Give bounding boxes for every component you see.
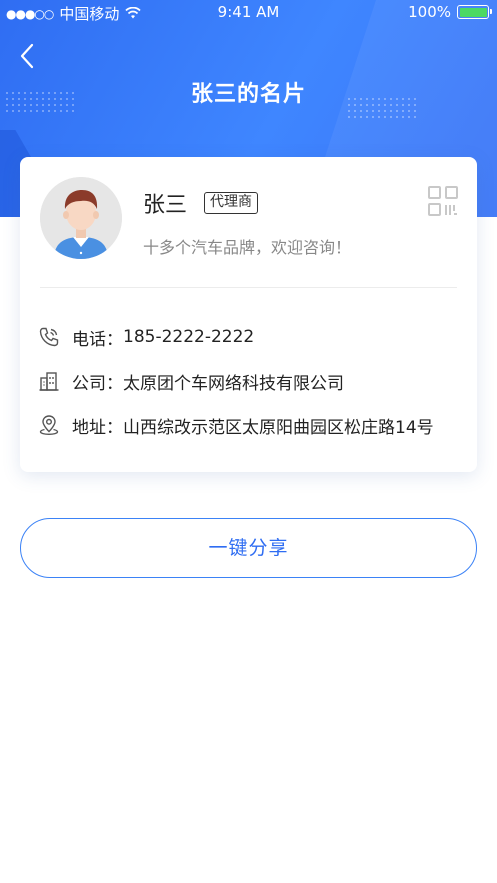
share-button[interactable]: 一键分享 [20,518,477,578]
battery-level [459,7,487,17]
address-value[interactable]: 山西综改示范区太原阳曲园区松庄路14号 [123,413,434,438]
phone-row[interactable]: 电话： 185-2222-2222 [38,324,467,350]
company-value: 太原团个车网络科技有限公司 [123,373,344,394]
phone-label: 电话： [72,329,123,350]
page-title: 张三的名片 [190,82,306,107]
status-right: 100% [408,3,492,21]
location-pin-icon [38,414,60,436]
card-slogan: 十多个汽车品牌，欢迎咨询！ [143,238,352,257]
building-icon [38,370,60,392]
address-label: 地址： [72,417,123,438]
chevron-left-icon[interactable] [14,40,42,72]
company-label: 公司： [72,373,123,394]
battery-icon [457,5,492,19]
phone-icon [38,326,60,348]
company-row: 公司： 太原团个车网络科技有限公司 [38,368,467,394]
phone-value[interactable]: 185-2222-2222 [123,327,254,347]
qr-code-icon[interactable] [427,185,459,217]
status-bar: ●●●○○ 中国移动 9:41 AM 100% [0,0,497,24]
avatar [40,177,122,259]
role-badge: 代理商 [204,192,258,214]
battery-percentage: 100% [408,3,451,21]
address-row[interactable]: 地址： 山西综改示范区太原阳曲园区松庄路14号 [38,412,467,438]
card-name: 张三 [143,193,188,218]
business-card-screen: ●●●○○ 中国移动 9:41 AM 100% 张三的名片 张三 代理商 十多个… [0,0,497,883]
business-card: 张三 代理商 十多个汽车品牌，欢迎咨询！ 电话： 185-2222-2222 公… [20,157,477,472]
divider [40,287,457,288]
